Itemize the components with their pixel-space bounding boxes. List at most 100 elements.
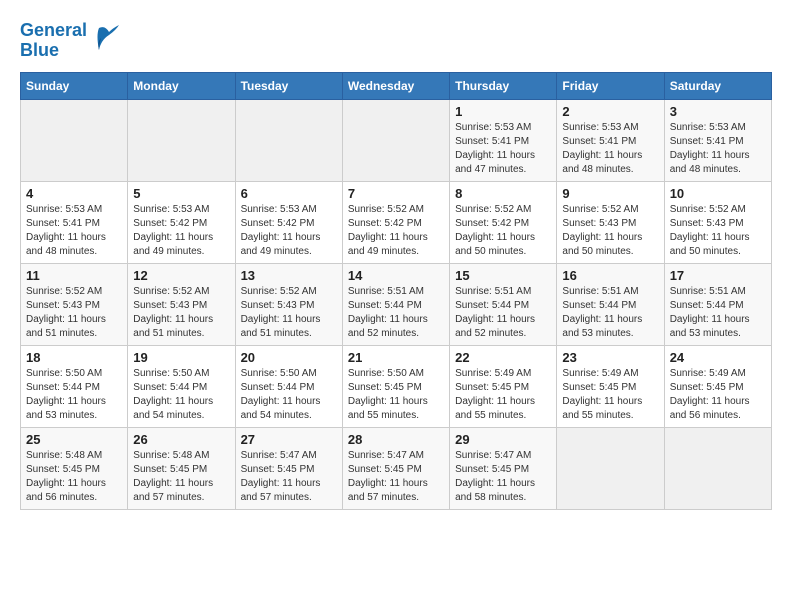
cell-info: Sunrise: 5:50 AMSunset: 5:44 PMDaylight:… [241,367,337,423]
cell-info: Sunrise: 5:52 AMSunset: 5:42 PMDaylight:… [348,203,444,259]
page-header: GeneralBlue [20,20,772,62]
weekday-header-tuesday: Tuesday [235,73,342,100]
cell-info: Sunrise: 5:53 AMSunset: 5:42 PMDaylight:… [241,203,337,259]
calendar-cell [235,100,342,182]
day-number: 21 [348,350,444,365]
day-number: 12 [133,268,229,283]
calendar-cell [342,100,449,182]
calendar-cell: 3 Sunrise: 5:53 AMSunset: 5:41 PMDaylight… [664,100,771,182]
cell-info: Sunrise: 5:50 AMSunset: 5:44 PMDaylight:… [26,367,122,423]
calendar-cell: 15 Sunrise: 5:51 AMSunset: 5:44 PMDayligh… [450,264,557,346]
calendar-cell: 1 Sunrise: 5:53 AMSunset: 5:41 PMDaylight… [450,100,557,182]
cell-info: Sunrise: 5:49 AMSunset: 5:45 PMDaylight:… [562,367,658,423]
cell-info: Sunrise: 5:52 AMSunset: 5:43 PMDaylight:… [670,203,766,259]
calendar-cell: 12 Sunrise: 5:52 AMSunset: 5:43 PMDayligh… [128,264,235,346]
calendar-table: SundayMondayTuesdayWednesdayThursdayFrid… [20,72,772,510]
calendar-week-row: 18 Sunrise: 5:50 AMSunset: 5:44 PMDayligh… [21,346,772,428]
day-number: 7 [348,186,444,201]
cell-info: Sunrise: 5:53 AMSunset: 5:41 PMDaylight:… [562,121,658,177]
calendar-cell [557,428,664,510]
calendar-cell: 13 Sunrise: 5:52 AMSunset: 5:43 PMDayligh… [235,264,342,346]
calendar-cell: 9 Sunrise: 5:52 AMSunset: 5:43 PMDaylight… [557,182,664,264]
day-number: 25 [26,432,122,447]
cell-info: Sunrise: 5:50 AMSunset: 5:44 PMDaylight:… [133,367,229,423]
calendar-cell: 2 Sunrise: 5:53 AMSunset: 5:41 PMDaylight… [557,100,664,182]
cell-info: Sunrise: 5:51 AMSunset: 5:44 PMDaylight:… [670,285,766,341]
cell-info: Sunrise: 5:52 AMSunset: 5:43 PMDaylight:… [241,285,337,341]
calendar-cell: 22 Sunrise: 5:49 AMSunset: 5:45 PMDayligh… [450,346,557,428]
calendar-cell: 20Sunrise: 5:50 AMSunset: 5:44 PMDayligh… [235,346,342,428]
weekday-header-friday: Friday [557,73,664,100]
weekday-header-row: SundayMondayTuesdayWednesdayThursdayFrid… [21,73,772,100]
weekday-header-wednesday: Wednesday [342,73,449,100]
day-number: 9 [562,186,658,201]
calendar-cell: 17 Sunrise: 5:51 AMSunset: 5:44 PMDayligh… [664,264,771,346]
calendar-cell: 26 Sunrise: 5:48 AMSunset: 5:45 PMDayligh… [128,428,235,510]
day-number: 19 [133,350,229,365]
cell-info: Sunrise: 5:53 AMSunset: 5:42 PMDaylight:… [133,203,229,259]
calendar-cell: 8 Sunrise: 5:52 AMSunset: 5:42 PMDaylight… [450,182,557,264]
day-number: 5 [133,186,229,201]
day-number: 11 [26,268,122,283]
calendar-cell: 7 Sunrise: 5:52 AMSunset: 5:42 PMDaylight… [342,182,449,264]
calendar-cell: 24 Sunrise: 5:49 AMSunset: 5:45 PMDayligh… [664,346,771,428]
cell-info: Sunrise: 5:49 AMSunset: 5:45 PMDaylight:… [670,367,766,423]
cell-info: Sunrise: 5:52 AMSunset: 5:42 PMDaylight:… [455,203,551,259]
calendar-cell: 27 Sunrise: 5:47 AMSunset: 5:45 PMDayligh… [235,428,342,510]
day-number: 28 [348,432,444,447]
cell-info: Sunrise: 5:53 AMSunset: 5:41 PMDaylight:… [455,121,551,177]
cell-info: Sunrise: 5:48 AMSunset: 5:45 PMDaylight:… [26,449,122,505]
cell-info: Sunrise: 5:47 AMSunset: 5:45 PMDaylight:… [348,449,444,505]
day-number: 17 [670,268,766,283]
calendar-cell: 4Sunrise: 5:53 AMSunset: 5:41 PMDaylight… [21,182,128,264]
day-number: 2 [562,104,658,119]
calendar-cell: 23 Sunrise: 5:49 AMSunset: 5:45 PMDayligh… [557,346,664,428]
cell-info: Sunrise: 5:47 AMSunset: 5:45 PMDaylight:… [455,449,551,505]
calendar-cell: 10Sunrise: 5:52 AMSunset: 5:43 PMDayligh… [664,182,771,264]
calendar-cell [664,428,771,510]
day-number: 29 [455,432,551,447]
day-number: 24 [670,350,766,365]
logo-bird-icon [91,20,121,62]
calendar-cell: 21Sunrise: 5:50 AMSunset: 5:45 PMDayligh… [342,346,449,428]
day-number: 23 [562,350,658,365]
weekday-header-monday: Monday [128,73,235,100]
calendar-week-row: 11 Sunrise: 5:52 AMSunset: 5:43 PMDayligh… [21,264,772,346]
calendar-cell: 28 Sunrise: 5:47 AMSunset: 5:45 PMDayligh… [342,428,449,510]
day-number: 13 [241,268,337,283]
calendar-cell [128,100,235,182]
weekday-header-saturday: Saturday [664,73,771,100]
cell-info: Sunrise: 5:51 AMSunset: 5:44 PMDaylight:… [348,285,444,341]
weekday-header-sunday: Sunday [21,73,128,100]
day-number: 3 [670,104,766,119]
day-number: 14 [348,268,444,283]
logo: GeneralBlue [20,20,121,62]
logo-text: GeneralBlue [20,21,87,61]
day-number: 1 [455,104,551,119]
cell-info: Sunrise: 5:48 AMSunset: 5:45 PMDaylight:… [133,449,229,505]
weekday-header-thursday: Thursday [450,73,557,100]
day-number: 8 [455,186,551,201]
cell-info: Sunrise: 5:52 AMSunset: 5:43 PMDaylight:… [26,285,122,341]
cell-info: Sunrise: 5:47 AMSunset: 5:45 PMDaylight:… [241,449,337,505]
calendar-cell: 16Sunrise: 5:51 AMSunset: 5:44 PMDayligh… [557,264,664,346]
calendar-cell: 19 Sunrise: 5:50 AMSunset: 5:44 PMDayligh… [128,346,235,428]
calendar-cell: 5 Sunrise: 5:53 AMSunset: 5:42 PMDaylight… [128,182,235,264]
cell-info: Sunrise: 5:51 AMSunset: 5:44 PMDaylight:… [455,285,551,341]
cell-info: Sunrise: 5:53 AMSunset: 5:41 PMDaylight:… [670,121,766,177]
day-number: 22 [455,350,551,365]
cell-info: Sunrise: 5:52 AMSunset: 5:43 PMDaylight:… [133,285,229,341]
cell-info: Sunrise: 5:51 AMSunset: 5:44 PMDaylight:… [562,285,658,341]
day-number: 26 [133,432,229,447]
calendar-cell: 6Sunrise: 5:53 AMSunset: 5:42 PMDaylight… [235,182,342,264]
calendar-cell: 25 Sunrise: 5:48 AMSunset: 5:45 PMDayligh… [21,428,128,510]
day-number: 27 [241,432,337,447]
cell-info: Sunrise: 5:49 AMSunset: 5:45 PMDaylight:… [455,367,551,423]
day-number: 18 [26,350,122,365]
day-number: 4 [26,186,122,201]
calendar-cell: 14 Sunrise: 5:51 AMSunset: 5:44 PMDayligh… [342,264,449,346]
cell-info: Sunrise: 5:52 AMSunset: 5:43 PMDaylight:… [562,203,658,259]
calendar-week-row: 1 Sunrise: 5:53 AMSunset: 5:41 PMDaylight… [21,100,772,182]
day-number: 15 [455,268,551,283]
calendar-cell: 18 Sunrise: 5:50 AMSunset: 5:44 PMDayligh… [21,346,128,428]
